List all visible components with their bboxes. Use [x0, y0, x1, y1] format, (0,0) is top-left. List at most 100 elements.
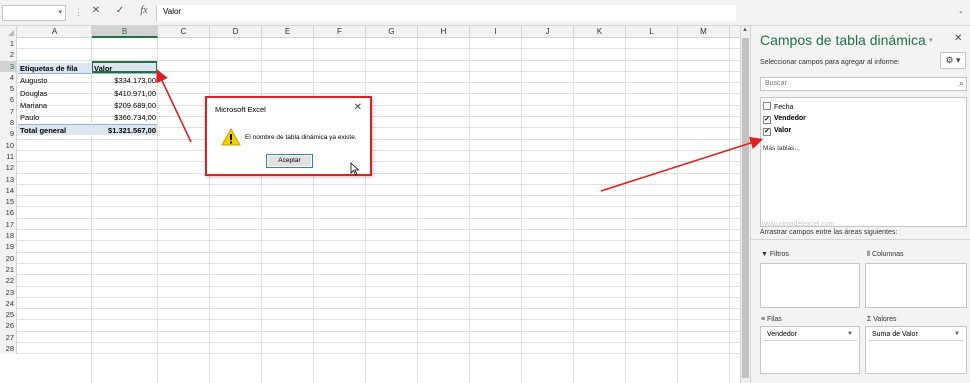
sheet-row: 22 — [0, 275, 740, 287]
grid-line — [729, 38, 730, 383]
field-item-vendedor[interactable]: ✓ Vendedor — [763, 114, 806, 125]
row-header-14[interactable]: 14 — [0, 184, 17, 197]
rows-drop-area[interactable]: Vendedor ▼ — [760, 326, 860, 374]
row-header-3[interactable]: 3 — [0, 60, 17, 72]
column-header-g[interactable]: G — [366, 26, 418, 38]
worksheet[interactable]: ABCDEFGHIJKLM 1 2 3 4 5 6 7 8 9 10 11 12 13 14 15 16 17 1… — [0, 26, 740, 383]
row-header-25[interactable]: 25 — [0, 309, 17, 321]
pivot-row-value[interactable]: $334.173,00 — [92, 75, 158, 86]
pivot-row-label[interactable]: Paulo — [18, 112, 91, 123]
field-item-valor[interactable]: ✓ Valor — [763, 126, 791, 137]
close-icon[interactable]: ✕ — [354, 102, 362, 113]
row-header-24[interactable]: 24 — [0, 297, 17, 310]
more-tables-link[interactable]: Más tablas... — [763, 145, 800, 152]
checkbox-icon[interactable] — [763, 102, 771, 110]
row-header-9[interactable]: 9 — [0, 128, 17, 140]
chevron-down-icon[interactable]: ▼ — [954, 329, 960, 340]
watermark: www.ninjadelexcel.com — [762, 221, 835, 228]
chevron-down-icon[interactable]: ▼ — [847, 329, 853, 340]
accept-button[interactable]: Aceptar — [266, 154, 313, 168]
column-header-d[interactable]: D — [210, 26, 262, 38]
row-header-12[interactable]: 12 — [0, 162, 17, 174]
row-header-20[interactable]: 20 — [0, 252, 17, 264]
name-box[interactable]: ▾ — [2, 5, 66, 21]
sheet-row: 24 — [0, 297, 740, 310]
row-header-5[interactable]: 5 — [0, 83, 17, 95]
row-header-22[interactable]: 22 — [0, 275, 17, 287]
row-header-28[interactable]: 28 — [0, 343, 17, 355]
column-header-l[interactable]: L — [626, 26, 678, 38]
row-header-2[interactable]: 2 — [0, 49, 17, 61]
row-header-16[interactable]: 16 — [0, 207, 17, 219]
pivot-row-label[interactable]: Augusto — [18, 75, 91, 86]
column-header-c[interactable]: C — [158, 26, 210, 38]
scroll-up-icon[interactable]: ▲ — [742, 27, 748, 33]
search-icon[interactable]: ⌕ — [959, 78, 964, 89]
row-header-8[interactable]: 8 — [0, 117, 17, 129]
pivot-row-value[interactable]: $410.971,00 — [92, 88, 158, 99]
row-header-21[interactable]: 21 — [0, 263, 17, 276]
column-header-h[interactable]: H — [418, 26, 470, 38]
close-icon[interactable]: ✕ — [954, 33, 962, 44]
field-item-fecha[interactable]: Fecha — [763, 102, 793, 113]
row-header-15[interactable]: 15 — [0, 196, 17, 208]
column-header-i[interactable]: I — [470, 26, 522, 38]
row-header-6[interactable]: 6 — [0, 94, 17, 106]
row-header-4[interactable]: 4 — [0, 71, 17, 84]
pivot-row-value[interactable]: $366.734,00 — [92, 112, 158, 123]
values-field-item[interactable]: Suma de Valor ▼ — [868, 329, 964, 341]
column-header-m[interactable]: M — [678, 26, 730, 38]
gear-icon[interactable]: ⚙ ▾ — [940, 52, 966, 69]
row-header-19[interactable]: 19 — [0, 241, 17, 253]
values-drop-area[interactable]: Suma de Valor ▼ — [865, 326, 967, 374]
error-dialog: Microsoft Excel ✕ El nombre de tabla din… — [205, 96, 372, 176]
insert-function-icon[interactable]: fx — [136, 5, 152, 16]
filters-drop-area[interactable] — [760, 263, 860, 308]
checkbox-checked-icon[interactable]: ✓ — [763, 128, 771, 136]
row-header-10[interactable]: 10 — [0, 139, 17, 151]
cancel-icon[interactable]: ✕ — [88, 5, 104, 16]
row-header-1[interactable]: 1 — [0, 38, 17, 50]
field-label: Vendedor — [774, 115, 806, 122]
scrollbar-thumb[interactable] — [742, 38, 749, 378]
row-header-23[interactable]: 23 — [0, 286, 17, 298]
pivot-total-label[interactable]: Total general — [18, 124, 91, 136]
pivot-fields-pane: Campos de tabla dinámica ▾ ✕ Seleccionar… — [750, 26, 970, 383]
grid-line — [365, 38, 366, 383]
select-all-button[interactable] — [0, 26, 17, 38]
column-header-j[interactable]: J — [522, 26, 574, 38]
row-header-27[interactable]: 27 — [0, 331, 17, 344]
drag-fields-label: Arrastrar campos entre las áreas siguien… — [760, 229, 898, 236]
formula-input[interactable]: Valor — [156, 5, 736, 21]
pivot-total-value[interactable]: $1.321.567,00 — [92, 124, 158, 136]
row-header-13[interactable]: 13 — [0, 173, 17, 185]
checkbox-checked-icon[interactable]: ✓ — [763, 116, 771, 124]
rows-field-item[interactable]: Vendedor ▼ — [763, 329, 857, 341]
pane-options-icon[interactable]: ▾ — [929, 36, 933, 44]
pane-divider — [751, 239, 970, 240]
row-header-11[interactable]: 11 — [0, 150, 17, 163]
search-input[interactable]: Buscar ⌕ — [760, 77, 967, 91]
expand-formula-bar-icon[interactable]: ⌄ — [958, 7, 964, 15]
row-header-26[interactable]: 26 — [0, 320, 17, 332]
column-header-f[interactable]: F — [314, 26, 366, 38]
row-header-7[interactable]: 7 — [0, 105, 17, 118]
sheet-row: 2 — [0, 49, 740, 61]
row-header-17[interactable]: 17 — [0, 218, 17, 231]
column-header-a[interactable]: A — [18, 26, 92, 38]
pivot-row-label[interactable]: Douglas — [18, 88, 91, 99]
column-header-k[interactable]: K — [574, 26, 626, 38]
columns-drop-area[interactable] — [865, 263, 967, 308]
pivot-row-label[interactable]: Mariana — [18, 100, 91, 111]
row-header-18[interactable]: 18 — [0, 230, 17, 242]
column-header-b[interactable]: B — [92, 26, 158, 38]
vertical-scrollbar[interactable]: ▲ — [740, 26, 750, 383]
mouse-cursor-icon — [350, 162, 360, 176]
column-header-e[interactable]: E — [262, 26, 314, 38]
pivot-row-value[interactable]: $209.689,00 — [92, 100, 158, 111]
rows-field-label: Vendedor — [767, 331, 797, 338]
chevron-down-icon[interactable]: ▾ — [58, 8, 62, 16]
sheet-row: 16 — [0, 207, 740, 219]
pivot-row-labels-header[interactable]: Etiquetas de fila ▾ — [18, 63, 91, 75]
enter-icon[interactable]: ✓ — [112, 5, 128, 16]
